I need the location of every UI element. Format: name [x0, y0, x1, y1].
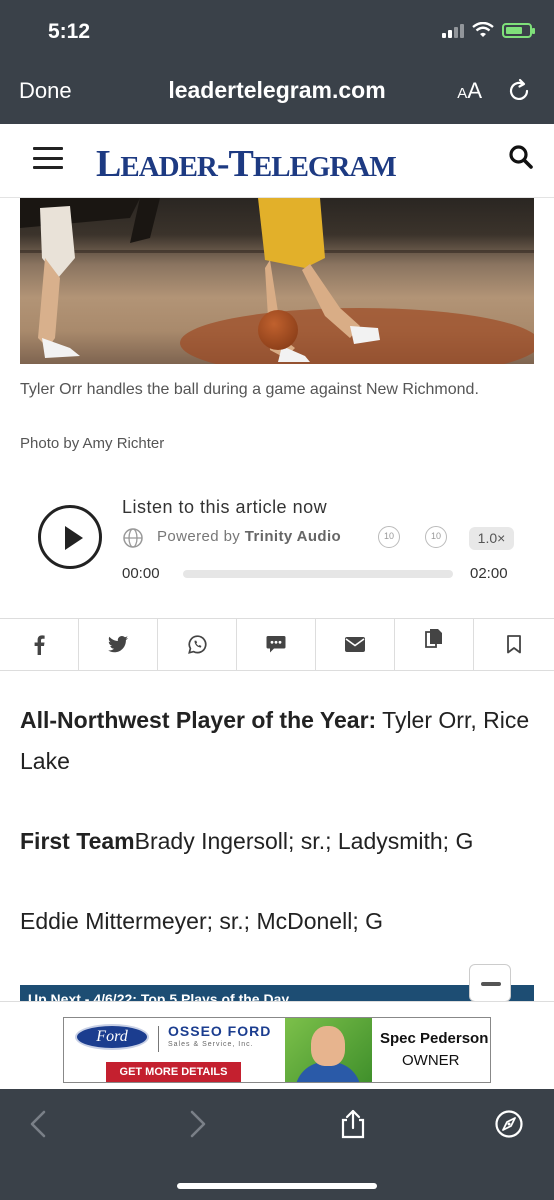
award-heading: All-Northwest Player of the Year:	[20, 707, 377, 733]
bookmark-icon	[506, 635, 521, 654]
audio-progress-bar[interactable]	[183, 570, 453, 578]
collapse-button[interactable]	[469, 964, 511, 1002]
search-icon[interactable]	[508, 144, 534, 170]
email-icon	[345, 637, 365, 652]
site-header: LEADER-TELEGRAM	[0, 124, 554, 198]
ad-banner-area: Ford OSSEO FORD Sales & Service, Inc. GE…	[0, 1001, 554, 1089]
ad-photo	[285, 1018, 372, 1082]
sms-icon	[266, 636, 286, 653]
copy-link-button[interactable]	[395, 619, 474, 670]
share-bar	[0, 618, 554, 671]
text-size-button[interactable]: AA	[457, 78, 482, 104]
ad-banner[interactable]: Ford OSSEO FORD Sales & Service, Inc. GE…	[63, 1017, 491, 1083]
share-email-button[interactable]	[316, 619, 395, 670]
cellular-signal-icon	[442, 22, 464, 38]
status-icons	[442, 22, 535, 38]
back-icon[interactable]	[24, 1109, 54, 1139]
status-time: 5:12	[48, 20, 91, 43]
article-paragraph: All-Northwest Player of the Year: Tyler …	[20, 700, 534, 782]
bookmark-button[interactable]	[474, 619, 553, 670]
twitter-icon	[108, 636, 128, 653]
player-entry: Brady Ingersoll; sr.; Ladysmith; G	[134, 828, 474, 854]
photo-credit: Photo by Amy Richter	[20, 435, 165, 452]
total-time: 02:00	[470, 565, 508, 582]
player-entry: Eddie Mittermeyer; sr.; McDonell; G	[20, 908, 383, 934]
article-body: All-Northwest Player of the Year: Tyler …	[20, 700, 534, 981]
article-paragraph: Eddie Mittermeyer; sr.; McDonell; G	[20, 901, 534, 942]
share-whatsapp-button[interactable]	[158, 619, 237, 670]
up-next-video-bar[interactable]: Up Next - 4/6/22: Top 5 Plays of the Day	[20, 985, 534, 1001]
ad-divider	[158, 1026, 159, 1052]
audio-player: Listen to this article now Powered by Tr…	[0, 490, 554, 618]
ford-logo: Ford	[75, 1024, 149, 1050]
basketball	[258, 310, 298, 350]
menu-icon[interactable]	[33, 147, 63, 169]
reload-icon[interactable]	[506, 78, 532, 104]
audio-title: Listen to this article now	[122, 497, 328, 517]
battery-icon	[502, 22, 535, 38]
powered-by: Powered by Trinity Audio	[157, 528, 342, 545]
share-facebook-button[interactable]	[0, 619, 79, 670]
whatsapp-icon	[187, 635, 207, 654]
status-bar: 5:12	[0, 0, 554, 62]
play-button[interactable]	[38, 505, 102, 569]
forward-icon[interactable]	[182, 1109, 212, 1139]
share-twitter-button[interactable]	[79, 619, 158, 670]
share-sms-button[interactable]	[237, 619, 316, 670]
share-icon[interactable]	[338, 1109, 368, 1139]
team-heading: First Team	[20, 828, 135, 854]
ad-person-role: OWNER	[402, 1052, 460, 1069]
globe-icon	[123, 528, 143, 548]
facebook-icon	[34, 634, 45, 655]
copy-icon	[425, 629, 442, 648]
home-indicator	[177, 1183, 377, 1189]
playback-speed-button[interactable]: 1.0×	[469, 527, 514, 550]
skip-forward-icon[interactable]: 10	[425, 526, 447, 548]
ad-tagline: Sales & Service, Inc.	[168, 1041, 254, 1048]
ad-person-name: Spec Pederson	[380, 1030, 489, 1047]
ad-brand: OSSEO FORD	[168, 1023, 272, 1039]
compass-icon[interactable]	[494, 1109, 524, 1139]
photo-caption: Tyler Orr handles the ball during a game…	[20, 381, 479, 398]
wifi-icon	[472, 22, 494, 37]
article-photo	[20, 198, 534, 364]
browser-toolbar: Done leadertelegram.com AA	[0, 62, 554, 124]
ad-cta-button[interactable]: GET MORE DETAILS	[106, 1062, 241, 1082]
current-time: 00:00	[122, 565, 160, 582]
article-paragraph: First TeamBrady Ingersoll; sr.; Ladysmit…	[20, 821, 534, 862]
site-logo[interactable]: LEADER-TELEGRAM	[96, 142, 397, 186]
skip-back-icon[interactable]: 10	[378, 526, 400, 548]
